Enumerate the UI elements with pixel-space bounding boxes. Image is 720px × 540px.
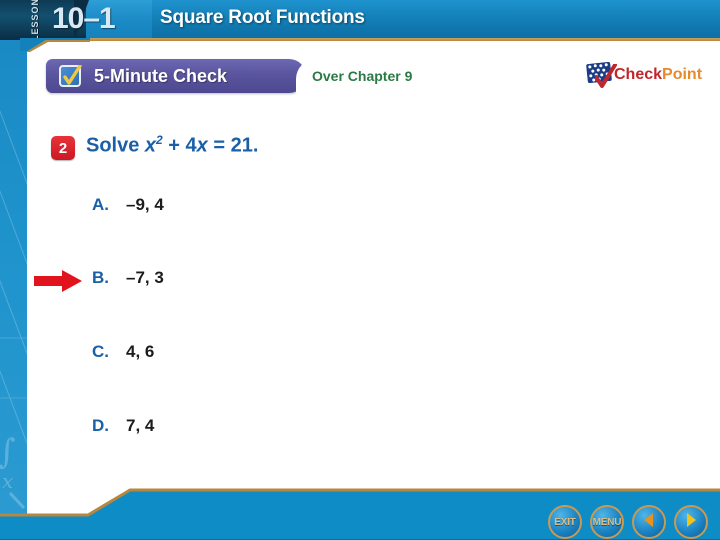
right-triangle-icon <box>683 512 699 533</box>
expression-exponent: 2 <box>156 133 163 147</box>
lesson-header: LESSON 10–1 Square Root Functions <box>0 0 720 42</box>
menu-button-label: MENU <box>592 516 622 528</box>
lesson-title: Square Root Functions <box>160 7 365 28</box>
menu-button[interactable]: MENU <box>590 505 624 539</box>
five-minute-check-label: 5-Minute Check <box>94 66 228 86</box>
header-gold-divider <box>86 38 720 41</box>
checkpoint-wordmark: CheckPoint <box>614 66 702 84</box>
lesson-vertical-label: LESSON <box>30 0 40 42</box>
header-swoop-decoration <box>20 38 90 52</box>
question-prompt: Solve x2 + 4x = 21. <box>86 133 258 158</box>
option-a-value: –9, 4 <box>126 195 164 214</box>
checkpoint-point-word: Point <box>662 66 703 83</box>
left-triangle-icon <box>641 512 657 533</box>
expression-tail: = 21. <box>207 134 259 157</box>
option-row-c[interactable]: C. 4, 6 <box>92 342 392 368</box>
option-c-value: 4, 6 <box>126 342 155 361</box>
over-chapter-label: Over Chapter 9 <box>312 68 413 84</box>
option-d-letter: D. <box>92 416 109 435</box>
next-slide-button[interactable] <box>674 505 708 539</box>
exit-button-label: EXIT <box>554 516 576 528</box>
option-a-letter: A. <box>92 195 109 214</box>
option-row-a[interactable]: A. –9, 4 <box>92 195 392 221</box>
exit-button[interactable]: EXIT <box>548 505 582 539</box>
checkpoint-check-word: Check <box>614 66 663 83</box>
lesson-number: 10–1 <box>52 2 116 35</box>
option-b-letter: B. <box>92 268 109 287</box>
option-row-d[interactable]: D. 7, 4 <box>92 416 392 442</box>
prompt-prefix: Solve <box>86 134 145 157</box>
expression-base: x <box>144 134 157 157</box>
five-minute-check-banner: 5-Minute Check <box>46 59 306 93</box>
expression-var2: x <box>196 134 208 157</box>
red-right-arrow-icon <box>32 268 84 294</box>
slide-canvas: ∫ x LESSON 10–1 Square Root Functions 5-… <box>0 0 720 540</box>
checkpoint-logo: CheckPoint <box>586 61 702 92</box>
checkbox-checked-icon <box>59 65 82 87</box>
option-d-value: 7, 4 <box>126 416 155 435</box>
question-number-badge: 2 <box>51 136 75 160</box>
previous-slide-button[interactable] <box>632 505 666 539</box>
option-row-b[interactable]: B. –7, 3 <box>92 268 392 294</box>
option-c-letter: C. <box>92 342 109 361</box>
option-b-value: –7, 3 <box>126 268 164 287</box>
expression-rest: + 4 <box>162 134 197 157</box>
